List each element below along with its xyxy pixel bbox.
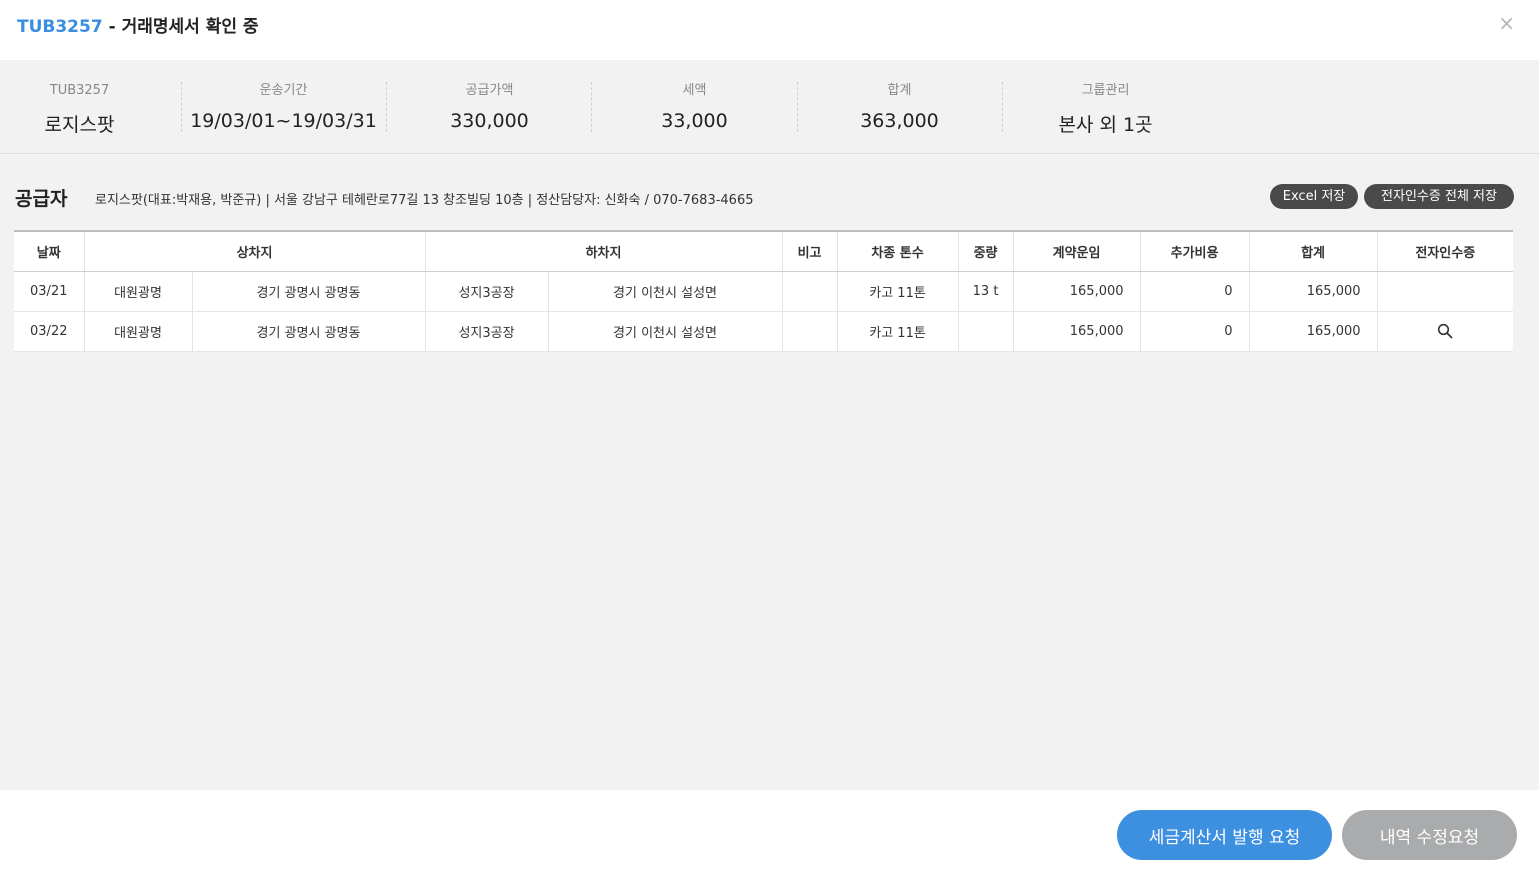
summary-value: 19/03/01~19/03/31 bbox=[190, 110, 377, 132]
summary-label: 운송기간 bbox=[259, 83, 308, 98]
cell-unload-name: 성지3공장 bbox=[424, 271, 549, 312]
cell-date: 03/22 bbox=[14, 311, 84, 352]
summary-value: 363,000 bbox=[860, 110, 939, 132]
summary-label: 그룹관리 bbox=[1081, 83, 1130, 98]
cell-unload-addr: 경기 이천시 설성면 bbox=[547, 311, 783, 352]
save-all-receipts-button[interactable]: 전자인수증 전체 저장 bbox=[1364, 184, 1514, 209]
issue-tax-invoice-button[interactable]: 세금계산서 발행 요청 bbox=[1117, 810, 1332, 860]
modal-title: TUB3257 - 거래명세서 확인 중 bbox=[17, 12, 259, 37]
cell-receipt bbox=[1376, 271, 1514, 312]
table-row: 03/22 대원광명 경기 광명시 광명동 성지3공장 경기 이천시 설성면 카… bbox=[14, 311, 1514, 352]
cell-extra: 0 bbox=[1139, 271, 1250, 312]
transaction-code: TUB3257 bbox=[17, 17, 103, 37]
col-total: 합계 bbox=[1248, 230, 1378, 272]
summary-label: 세액 bbox=[682, 83, 707, 98]
col-unloading: 하차지 bbox=[424, 230, 783, 272]
cell-total: 165,000 bbox=[1248, 271, 1378, 312]
cell-note bbox=[781, 311, 838, 352]
summary-group: 그룹관리 본사 외 1곳 bbox=[1003, 82, 1208, 137]
excel-save-button[interactable]: Excel 저장 bbox=[1270, 184, 1358, 209]
summary-value: 330,000 bbox=[450, 110, 529, 132]
summary-label: TUB3257 bbox=[49, 83, 110, 98]
supplier-row: 공급자 로지스팟(대표:박재용, 박준규) | 서울 강남구 테헤란로77길 1… bbox=[15, 182, 1515, 212]
cell-load-name: 대원광명 bbox=[83, 311, 192, 352]
supplier-label: 공급자 bbox=[15, 188, 68, 210]
table-row: 03/21 대원광명 경기 광명시 광명동 성지3공장 경기 이천시 설성면 카… bbox=[14, 271, 1514, 312]
col-extra: 추가비용 bbox=[1139, 230, 1250, 272]
cell-unload-addr: 경기 이천시 설성면 bbox=[547, 271, 783, 312]
cell-load-addr: 경기 광명시 광명동 bbox=[191, 311, 426, 352]
cell-note bbox=[781, 271, 838, 312]
col-date: 날짜 bbox=[14, 230, 84, 272]
cell-fare: 165,000 bbox=[1012, 271, 1141, 312]
cell-load-name: 대원광명 bbox=[83, 271, 192, 312]
search-icon[interactable] bbox=[1437, 323, 1453, 339]
cell-fare: 165,000 bbox=[1012, 311, 1141, 352]
close-icon[interactable]: × bbox=[1498, 13, 1515, 33]
cell-load-addr: 경기 광명시 광명동 bbox=[191, 271, 426, 312]
cell-extra: 0 bbox=[1139, 311, 1250, 352]
cell-unload-name: 성지3공장 bbox=[424, 311, 549, 352]
supplier-info: 로지스팟(대표:박재용, 박준규) | 서울 강남구 테헤란로77길 13 창조… bbox=[95, 193, 754, 208]
cell-vehicle: 카고 11톤 bbox=[836, 271, 959, 312]
summary-value: 로지스팟 bbox=[44, 114, 115, 136]
request-edit-button[interactable]: 내역 수정요청 bbox=[1342, 810, 1517, 860]
summary-total: 합계 363,000 bbox=[797, 82, 1002, 132]
modal-header: TUB3257 - 거래명세서 확인 중 × bbox=[0, 0, 1539, 60]
summary-tax: 세액 33,000 bbox=[592, 82, 797, 132]
col-loading: 상차지 bbox=[83, 230, 426, 272]
summary-value: 33,000 bbox=[661, 110, 728, 132]
col-receipt: 전자인수증 bbox=[1376, 230, 1514, 272]
summary-period: 운송기간 19/03/01~19/03/31 bbox=[181, 82, 386, 132]
cell-weight: 13 t bbox=[957, 271, 1014, 312]
summary-label: 공급가액 bbox=[465, 83, 514, 98]
cell-vehicle: 카고 11톤 bbox=[836, 311, 959, 352]
summary-label: 합계 bbox=[887, 83, 912, 98]
summary-company: TUB3257 로지스팟 bbox=[0, 82, 182, 137]
cell-total: 165,000 bbox=[1248, 311, 1378, 352]
col-fare: 계약운임 bbox=[1012, 230, 1141, 272]
cell-receipt bbox=[1376, 311, 1514, 352]
summary-bar: TUB3257 로지스팟 운송기간 19/03/01~19/03/31 공급가액… bbox=[0, 60, 1539, 154]
cell-weight bbox=[957, 311, 1014, 352]
statement-table: 날짜 상차지 하차지 비고 차종 톤수 중량 계약운임 추가비용 합계 전자인수… bbox=[14, 230, 1514, 352]
col-vehicle: 차종 톤수 bbox=[836, 230, 959, 272]
table-header-row: 날짜 상차지 하차지 비고 차종 톤수 중량 계약운임 추가비용 합계 전자인수… bbox=[14, 230, 1514, 272]
modal-footer: 세금계산서 발행 요청 내역 수정요청 bbox=[0, 790, 1539, 869]
summary-supply-amount: 공급가액 330,000 bbox=[387, 82, 592, 132]
col-note: 비고 bbox=[781, 230, 838, 272]
modal-body: TUB3257 로지스팟 운송기간 19/03/01~19/03/31 공급가액… bbox=[0, 60, 1539, 790]
cell-date: 03/21 bbox=[14, 271, 84, 312]
summary-value: 본사 외 1곳 bbox=[1058, 114, 1153, 136]
col-weight: 중량 bbox=[957, 230, 1014, 272]
title-text: - 거래명세서 확인 중 bbox=[102, 17, 259, 37]
